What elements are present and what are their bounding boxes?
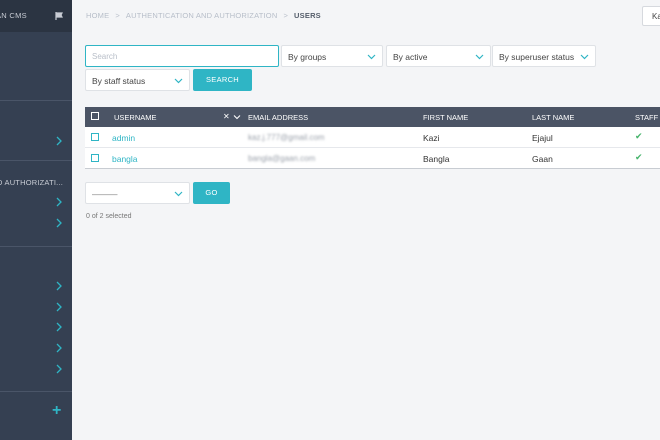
pin-icon[interactable] <box>54 11 64 21</box>
action-select-value: ——— <box>92 189 118 199</box>
breadcrumb-current: USERS <box>294 11 321 20</box>
filter-staff-label: By staff status <box>92 76 146 86</box>
first-name-cell: Kazi <box>423 133 440 143</box>
col-last-name[interactable]: LAST NAME <box>532 113 574 122</box>
breadcrumb: HOME > AUTHENTICATION AND AUTHORIZATION > US… <box>86 11 321 20</box>
row-checkbox[interactable] <box>91 154 99 162</box>
email-cell: bangla@gaan.com <box>248 154 316 163</box>
chevron-down-icon <box>367 54 376 60</box>
sidebar-divider <box>0 100 72 101</box>
col-email[interactable]: EMAIL ADDRESS <box>248 113 308 122</box>
table-header: USERNAME ✕ EMAIL ADDRESS FIRST NAME LAST… <box>85 107 660 127</box>
sidebar-section-auth: D AUTHORIZATI... <box>0 178 63 187</box>
chevron-right-icon[interactable] <box>55 197 63 207</box>
add-icon[interactable]: + <box>52 403 61 419</box>
last-name-cell: Ejajul <box>532 133 553 143</box>
search-input[interactable]: Search <box>85 45 279 67</box>
sidebar-header: AN CMS <box>0 0 72 32</box>
chevron-right-icon[interactable] <box>55 343 63 353</box>
chevron-down-icon <box>580 54 589 60</box>
first-name-cell: Bangla <box>423 154 450 164</box>
username-link[interactable]: bangla <box>112 154 138 164</box>
chevron-down-icon <box>174 78 183 84</box>
go-button[interactable]: GO <box>193 182 230 204</box>
sidebar-divider <box>0 246 72 247</box>
top-bar: HOME > AUTHENTICATION AND AUTHORIZATION > US… <box>72 0 660 32</box>
user-menu-button[interactable]: Ka <box>642 6 660 26</box>
username-link[interactable]: admin <box>112 133 135 143</box>
chevron-right-icon: > <box>115 11 120 20</box>
filter-active[interactable]: By active <box>386 45 491 67</box>
chevron-right-icon[interactable] <box>55 302 63 312</box>
chevron-right-icon: > <box>283 11 289 20</box>
filter-active-label: By active <box>393 52 428 62</box>
action-select[interactable]: ——— <box>85 182 190 204</box>
chevron-right-icon[interactable] <box>55 364 63 374</box>
table-bottom-divider <box>85 168 660 169</box>
col-first-name[interactable]: FIRST NAME <box>423 113 468 122</box>
chevron-right-icon[interactable] <box>55 136 63 146</box>
chevron-down-icon <box>475 54 484 60</box>
filter-groups[interactable]: By groups <box>281 45 383 67</box>
users-table: USERNAME ✕ EMAIL ADDRESS FIRST NAME LAST… <box>85 107 660 169</box>
sort-desc-icon[interactable] <box>233 113 241 121</box>
app-title: AN CMS <box>0 11 27 20</box>
staff-check-icon: ✔ <box>635 131 643 141</box>
col-username[interactable]: USERNAME <box>114 113 157 122</box>
breadcrumb-home[interactable]: HOME <box>86 11 109 20</box>
chevron-right-icon[interactable] <box>55 281 63 291</box>
sidebar-divider <box>0 160 72 161</box>
breadcrumb-auth[interactable]: AUTHENTICATION AND AUTHORIZATION <box>126 11 278 20</box>
filter-groups-label: By groups <box>288 52 327 62</box>
chevron-down-icon <box>174 191 183 197</box>
sidebar: AN CMS D AUTHORIZATI... + <box>0 0 72 440</box>
chevron-right-icon[interactable] <box>55 218 63 228</box>
chevron-right-icon[interactable] <box>55 322 63 332</box>
selection-counter: 0 of 2 selected <box>86 213 132 220</box>
table-row: bangla bangla@gaan.com Bangla Gaan ✔ <box>85 148 660 169</box>
filter-superuser[interactable]: By superuser status <box>492 45 596 67</box>
email-cell: kaz.j.777@gmail.com <box>248 133 325 142</box>
select-all-checkbox[interactable] <box>91 112 99 120</box>
table-row: admin kaz.j.777@gmail.com Kazi Ejajul ✔ <box>85 127 660 148</box>
last-name-cell: Gaan <box>532 154 553 164</box>
sort-remove-icon[interactable]: ✕ <box>223 112 230 121</box>
filter-superuser-label: By superuser status <box>499 52 575 62</box>
sidebar-divider <box>0 391 72 392</box>
row-checkbox[interactable] <box>91 133 99 141</box>
staff-check-icon: ✔ <box>635 152 643 162</box>
col-staff[interactable]: STAFF <box>635 113 658 122</box>
filter-staff[interactable]: By staff status <box>85 69 190 91</box>
search-button[interactable]: SEARCH <box>193 69 252 91</box>
